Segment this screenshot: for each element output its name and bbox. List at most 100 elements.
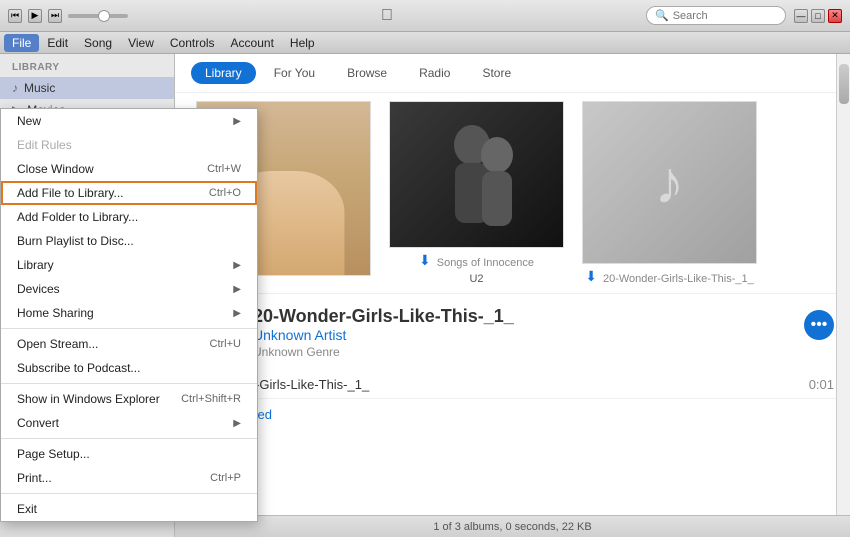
menu-item-exit-label: Exit — [17, 502, 37, 516]
menu-item-burn-playlist-label: Burn Playlist to Disc... — [17, 234, 134, 248]
menu-item-convert[interactable]: Convert ▶ — [1, 411, 257, 435]
tab-library[interactable]: Library — [191, 62, 256, 84]
menu-controls[interactable]: Controls — [162, 34, 223, 52]
menu-edit[interactable]: Edit — [39, 34, 76, 52]
transport-controls[interactable]: ⏮ ▶ ⏭ — [8, 9, 128, 23]
album-grid: ⬇ Songs of Innocence U2 ♪ ⬇ 20-Wonder-Gi… — [175, 93, 850, 293]
menu-item-print-label: Print... — [17, 471, 52, 485]
show-related-link[interactable]: Show Related — [175, 399, 850, 430]
nav-tabs: Library For You Browse Radio Store — [175, 54, 850, 93]
menu-item-subscribe-podcast-label: Subscribe to Podcast... — [17, 361, 140, 375]
menu-item-show-explorer[interactable]: Show in Windows Explorer Ctrl+Shift+R — [1, 387, 257, 411]
menu-item-home-sharing[interactable]: Home Sharing ▶ — [1, 301, 257, 325]
now-playing-title: 20-Wonder-Girls-Like-This-_1_ — [253, 306, 792, 327]
volume-thumb[interactable] — [98, 10, 110, 22]
menu-item-exit[interactable]: Exit — [1, 497, 257, 521]
menu-item-library[interactable]: Library ▶ — [1, 253, 257, 277]
menu-item-devices[interactable]: Devices ▶ — [1, 277, 257, 301]
menu-item-library-label: Library — [17, 258, 54, 272]
scrollbar-thumb[interactable] — [839, 64, 849, 104]
search-input[interactable] — [673, 10, 773, 22]
home-sharing-arrow-icon: ▶ — [233, 308, 241, 319]
menu-item-show-explorer-label: Show in Windows Explorer — [17, 392, 160, 406]
menu-item-add-folder[interactable]: Add Folder to Library... — [1, 205, 257, 229]
menu-item-edit-rules-label: Edit Rules — [17, 138, 72, 152]
close-button[interactable]: ✕ — [828, 9, 842, 23]
u2-artwork — [390, 102, 563, 247]
show-explorer-shortcut: Ctrl+Shift+R — [181, 393, 241, 405]
menu-view[interactable]: View — [120, 34, 162, 52]
music-icon: ♪ — [12, 81, 18, 95]
scrollbar[interactable] — [836, 54, 850, 515]
status-text: 1 of 3 albums, 0 seconds, 22 KB — [433, 521, 591, 533]
tab-radio[interactable]: Radio — [405, 62, 464, 84]
rewind-button[interactable]: ⏮ — [8, 9, 22, 23]
search-bar[interactable]: 🔍 — [646, 6, 786, 25]
main-layout: Library ♪ Music ▶ Movies 📺 TV Shows 🎙 Po… — [0, 54, 850, 537]
menu-song[interactable]: Song — [76, 34, 120, 52]
title-center:  — [381, 7, 393, 25]
menu-item-new-label: New — [17, 114, 41, 128]
maximize-button[interactable]: □ — [811, 9, 825, 23]
menu-item-close-window[interactable]: Close Window Ctrl+W — [1, 157, 257, 181]
menu-item-subscribe-podcast[interactable]: Subscribe to Podcast... — [1, 356, 257, 380]
apple-logo-icon:  — [381, 7, 393, 25]
search-icon: 🔍 — [655, 9, 669, 22]
menu-file[interactable]: File — [4, 34, 39, 52]
album-card-u2[interactable]: ⬇ Songs of Innocence U2 — [384, 101, 569, 285]
u2-download-icon[interactable]: ⬇ — [419, 252, 431, 269]
table-row[interactable]: 20-Wonder-Girls-Like-This-_1_ 0:01 — [175, 371, 850, 399]
sidebar-section-library: Library — [0, 54, 174, 77]
separator-4 — [1, 493, 257, 494]
album-cover-u2[interactable] — [389, 101, 564, 248]
album-cover-wonder[interactable]: ♪ — [582, 101, 757, 264]
sidebar-item-music[interactable]: ♪ Music — [0, 77, 174, 99]
separator-1 — [1, 328, 257, 329]
menu-item-home-sharing-label: Home Sharing — [17, 306, 94, 320]
menu-help[interactable]: Help — [282, 34, 323, 52]
album-card-wonder[interactable]: ♪ ⬇ 20-Wonder-Girls-Like-This-_1_ — [577, 101, 762, 285]
tab-browse[interactable]: Browse — [333, 62, 401, 84]
volume-slider[interactable] — [68, 14, 128, 18]
menu-item-convert-label: Convert — [17, 416, 59, 430]
now-playing-artist[interactable]: Unknown Artist — [253, 327, 792, 343]
add-file-shortcut: Ctrl+O — [209, 187, 241, 199]
track-name: 20-Wonder-Girls-Like-This-_1_ — [191, 377, 809, 392]
convert-arrow-icon: ▶ — [233, 418, 241, 429]
menu-item-close-window-label: Close Window — [17, 162, 94, 176]
menu-item-page-setup-label: Page Setup... — [17, 447, 90, 461]
menu-account[interactable]: Account — [223, 34, 282, 52]
close-window-shortcut: Ctrl+W — [207, 163, 241, 175]
library-arrow-icon: ▶ — [233, 260, 241, 271]
print-shortcut: Ctrl+P — [210, 472, 241, 484]
music-note-icon: ♪ — [655, 148, 685, 217]
wonder-album-title: 20-Wonder-Girls-Like-This-_1_ — [603, 273, 754, 285]
menu-item-new[interactable]: New ▶ — [1, 109, 257, 133]
menu-item-open-stream-label: Open Stream... — [17, 337, 98, 351]
file-dropdown-menu[interactable]: New ▶ Edit Rules Close Window Ctrl+W Add… — [0, 108, 258, 522]
content-area: Library For You Browse Radio Store — [175, 54, 850, 537]
new-arrow-icon: ▶ — [233, 116, 241, 127]
u2-silhouette-svg — [417, 105, 537, 245]
menu-item-add-file-label: Add File to Library... — [17, 186, 124, 200]
menu-bar: File Edit Song View Controls Account Hel… — [0, 32, 850, 54]
menu-item-page-setup[interactable]: Page Setup... — [1, 442, 257, 466]
wonder-download-icon[interactable]: ⬇ — [585, 268, 597, 285]
more-options-button[interactable]: ••• — [804, 310, 834, 340]
minimize-button[interactable]: — — [794, 9, 808, 23]
menu-item-burn-playlist[interactable]: Burn Playlist to Disc... — [1, 229, 257, 253]
menu-item-add-file[interactable]: Add File to Library... Ctrl+O — [1, 181, 257, 205]
menu-item-edit-rules: Edit Rules — [1, 133, 257, 157]
u2-artist: U2 — [469, 273, 483, 285]
track-duration: 0:01 — [809, 377, 834, 392]
forward-button[interactable]: ⏭ — [48, 9, 62, 23]
play-button[interactable]: ▶ — [28, 9, 42, 23]
now-playing-genre: Unknown Genre — [253, 345, 792, 359]
menu-item-print[interactable]: Print... Ctrl+P — [1, 466, 257, 490]
tab-foryou[interactable]: For You — [260, 62, 329, 84]
tab-store[interactable]: Store — [468, 62, 525, 84]
open-stream-shortcut: Ctrl+U — [210, 338, 241, 350]
menu-item-devices-label: Devices — [17, 282, 60, 296]
devices-arrow-icon: ▶ — [233, 284, 241, 295]
menu-item-open-stream[interactable]: Open Stream... Ctrl+U — [1, 332, 257, 356]
